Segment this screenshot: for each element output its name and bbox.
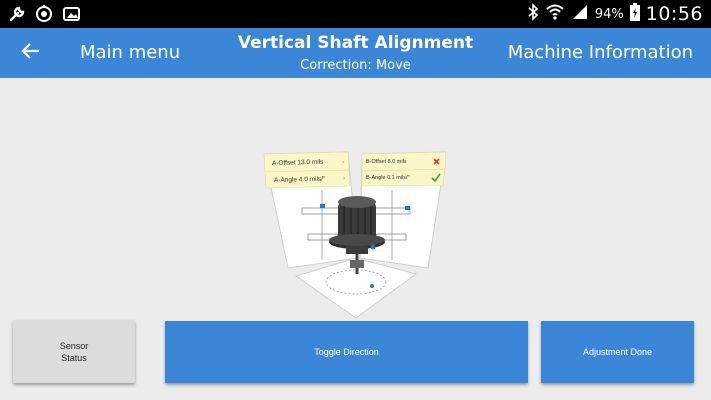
page-title: Vertical Shaft Alignment [237,33,474,53]
sensor-status-line2: Status [61,352,87,363]
main-menu-link[interactable]: Main menu [80,42,180,63]
wrench-icon [8,5,26,27]
sensor-status-button[interactable]: Sensor Status [13,320,135,383]
arrow-left-icon [21,42,41,64]
machine-information-link[interactable]: Machine Information [508,42,693,63]
left-offset-label: A-Offset 13.0 mils [272,159,324,167]
status-bar: 94% 10:56 [0,0,711,28]
battery-percent: 94% [594,6,624,22]
page-subtitle: Correction: Move [300,58,411,73]
clock: 10:56 [645,3,703,25]
back-button[interactable] [14,38,48,68]
adjustment-done-button[interactable]: Adjustment Done [541,321,694,383]
alignment-diagram: A-Offset 13.0 mils A-Angle 4.0 mils/" B-… [262,150,450,322]
bluetooth-icon [527,3,539,25]
svg-text:›: › [343,175,345,182]
toggle-direction-button[interactable]: Toggle Direction [165,321,528,383]
svg-text:›: › [342,159,344,166]
app-bar: Main menu Vertical Shaft Alignment Corre… [0,28,711,78]
image-icon [62,5,82,27]
right-angle-label: B-Angle 0.1 mils/" [366,175,410,181]
wifi-icon [545,3,565,25]
signal-icon [571,3,589,25]
sensor-status-line1: Sensor [59,340,89,351]
battery-icon [629,3,640,25]
sync-icon [34,4,54,28]
left-angle-label: A-Angle 4.0 mils/" [274,176,326,184]
right-offset-label: B-Offset 8.0 mils [366,159,407,165]
